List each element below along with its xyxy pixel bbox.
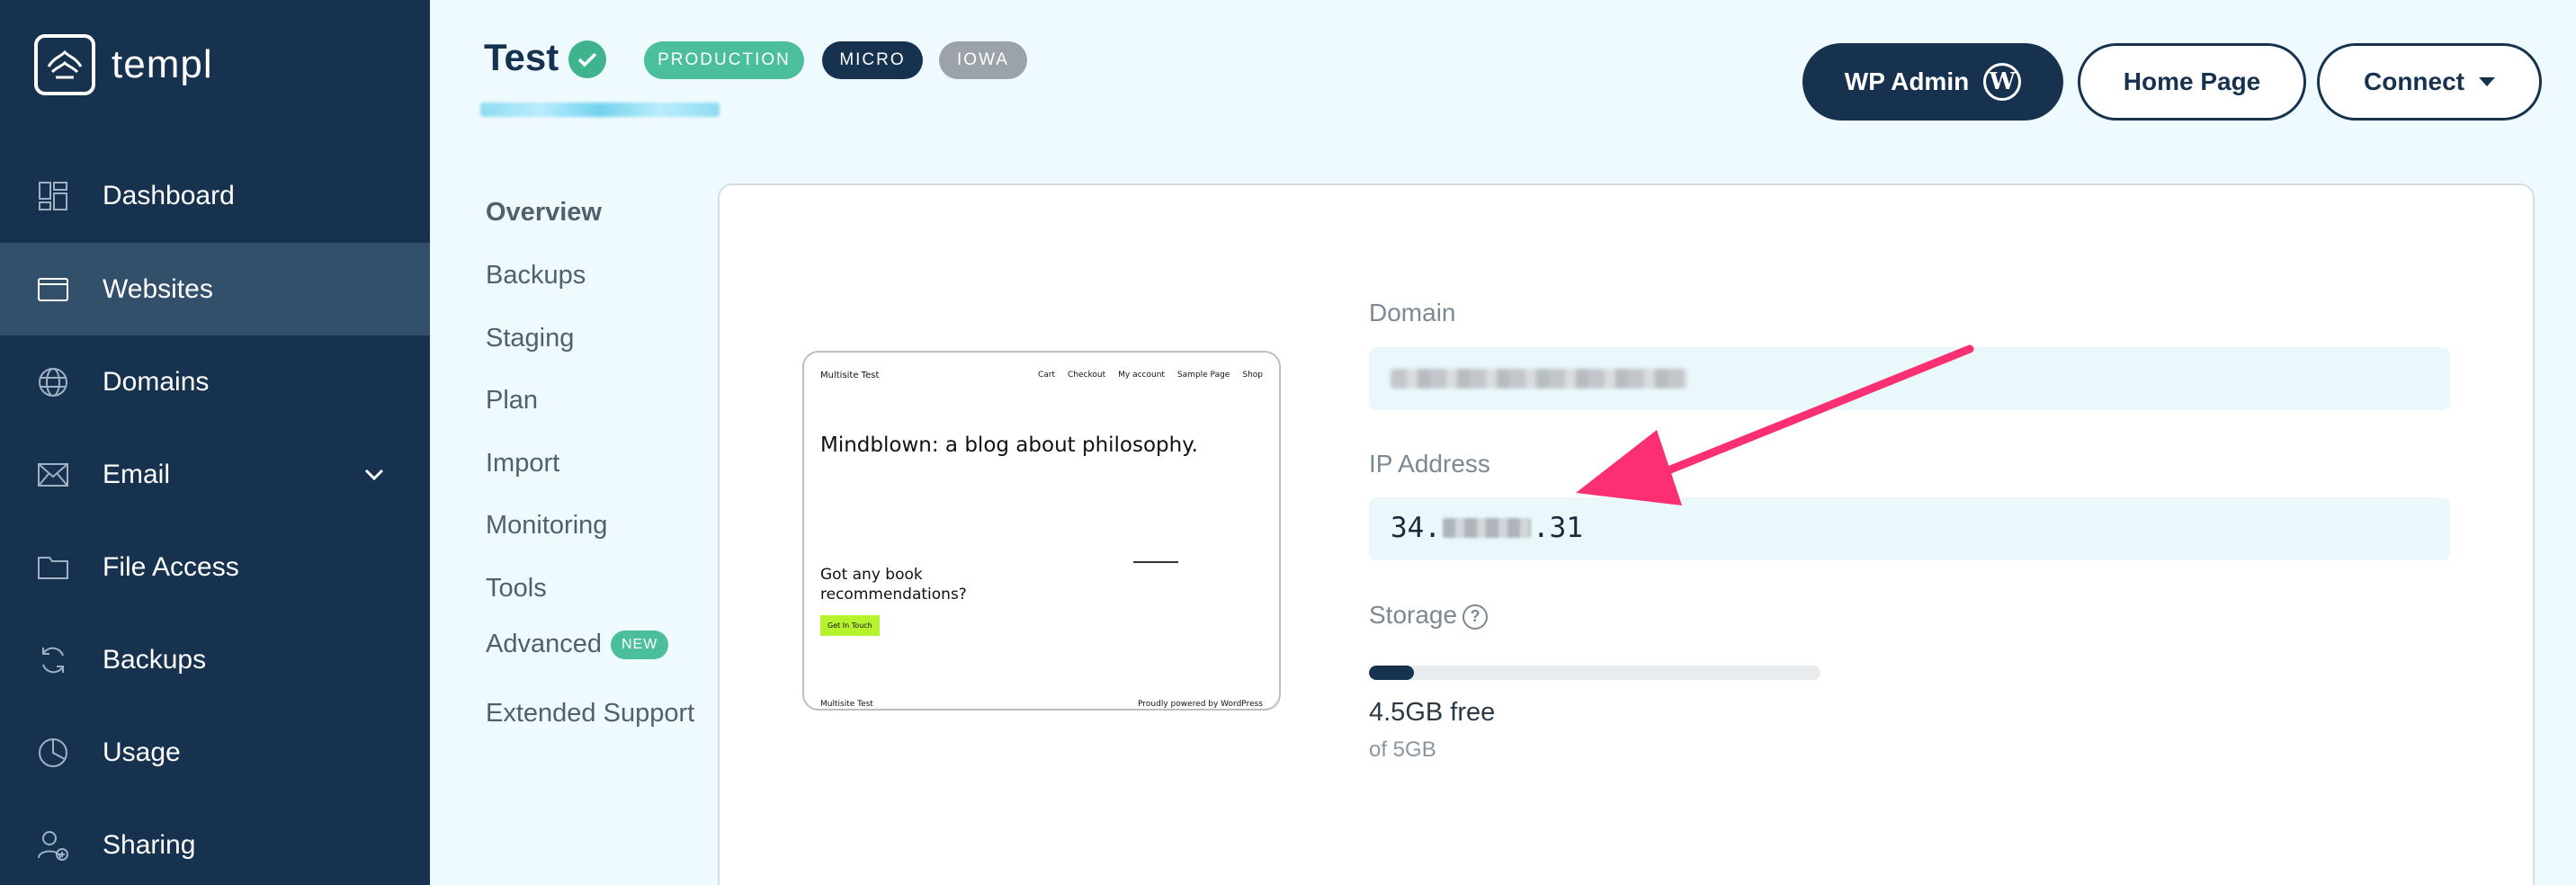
site-url-redacted[interactable] — [480, 103, 720, 117]
storage-label-row: Storage? — [1369, 601, 1489, 630]
browser-window-icon — [36, 273, 70, 307]
sidebar-item-websites[interactable]: Websites — [0, 243, 430, 335]
preview-footer-right: Proudly powered by WordPress — [1138, 700, 1263, 709]
storage-free-value: 4.5GB free — [1369, 698, 1496, 727]
sidebar-item-backups[interactable]: Backups — [0, 613, 430, 706]
dashboard-icon — [36, 179, 70, 213]
help-icon[interactable]: ? — [1462, 603, 1489, 630]
region-badge: IOWA — [939, 41, 1027, 79]
brand-name: templ — [112, 42, 213, 86]
preview-site-title: Multisite Test — [820, 371, 880, 380]
new-badge: NEW — [611, 630, 669, 660]
logo[interactable]: templ — [34, 34, 213, 95]
ip-redacted — [1443, 518, 1531, 538]
sidebar-item-dashboard[interactable]: Dashboard — [0, 149, 430, 242]
sidebar-item-label: Domains — [103, 366, 210, 397]
verified-check-icon — [568, 40, 606, 78]
connect-dropdown-button[interactable]: Connect — [2317, 43, 2542, 121]
domain-label: Domain — [1369, 299, 1456, 326]
preview-menu: Cart Checkout My account Sample Page Sho… — [1038, 371, 1263, 380]
sidebar-item-file-access[interactable]: File Access — [0, 521, 430, 613]
subnav-backups[interactable]: Backups — [486, 261, 586, 291]
preview-question: Got any book recommendations? — [820, 566, 967, 603]
subnav-tools[interactable]: Tools — [486, 574, 547, 603]
subnav-plan[interactable]: Plan — [486, 386, 538, 416]
chevron-down-icon[interactable] — [362, 462, 387, 487]
user-share-icon — [36, 828, 70, 863]
subnav-advanced-label: Advanced — [486, 630, 602, 658]
refresh-icon — [36, 643, 70, 677]
storage-progress-fill — [1369, 666, 1415, 680]
sidebar-item-domains[interactable]: Domains — [0, 335, 430, 428]
storage-total-value: of 5GB — [1369, 738, 1436, 762]
home-page-button[interactable]: Home Page — [2078, 43, 2306, 121]
subnav-import[interactable]: Import — [486, 449, 559, 478]
site-preview-thumbnail[interactable]: Multisite Test Cart Checkout My account … — [802, 351, 1281, 711]
sidebar-item-email[interactable]: Email — [0, 428, 430, 521]
plan-badge: MICRO — [822, 41, 923, 79]
sidebar-item-label: File Access — [103, 551, 239, 582]
sidebar: templ Dashboard Websites Domains Email F… — [0, 0, 430, 885]
templ-logo-icon — [34, 34, 95, 95]
sidebar-item-label: Usage — [103, 737, 181, 767]
sidebar-item-label: Backups — [103, 644, 207, 675]
subnav-advanced[interactable]: Advanced NEW — [486, 630, 669, 660]
subnav-extended-support[interactable]: Extended Support — [486, 699, 694, 729]
annotation-arrow-icon — [1576, 344, 1974, 505]
sidebar-item-usage[interactable]: Usage — [0, 706, 430, 799]
preview-menu-item: Cart — [1038, 371, 1056, 380]
home-page-label: Home Page — [2123, 67, 2261, 95]
ip-prefix: 34. — [1391, 512, 1441, 544]
connect-label: Connect — [2364, 67, 2464, 95]
folder-icon — [36, 550, 70, 585]
page-title: Test — [484, 36, 559, 78]
globe-icon — [36, 365, 70, 399]
preview-menu-item: My account — [1118, 371, 1165, 380]
ip-address-label: IP Address — [1369, 450, 1490, 478]
subnav-staging[interactable]: Staging — [486, 324, 574, 353]
subnav-monitoring[interactable]: Monitoring — [486, 511, 607, 541]
sidebar-item-label: Dashboard — [103, 180, 235, 210]
environment-badge: PRODUCTION — [644, 41, 804, 79]
pie-chart-icon — [36, 736, 70, 770]
storage-label: Storage — [1369, 601, 1458, 629]
preview-footer-left: Multisite Test — [820, 700, 873, 709]
sidebar-item-label: Sharing — [103, 829, 196, 860]
preview-headline: Mindblown: a blog about philosophy. — [820, 434, 1198, 457]
sidebar-item-sharing[interactable]: Sharing — [0, 799, 430, 885]
sidebar-item-label: Websites — [103, 273, 213, 304]
preview-cta: Get In Touch — [820, 615, 880, 636]
wp-admin-label: WP Admin — [1844, 67, 1970, 95]
preview-menu-item: Sample Page — [1176, 371, 1230, 380]
envelope-icon — [36, 458, 70, 492]
preview-divider — [1133, 561, 1178, 563]
caret-down-icon — [2479, 77, 2495, 86]
subnav-overview[interactable]: Overview — [486, 198, 602, 228]
wp-admin-button[interactable]: WP Admin W — [1802, 43, 2063, 121]
preview-menu-item: Checkout — [1068, 371, 1106, 380]
sidebar-item-label: Email — [103, 459, 171, 489]
wordpress-icon: W — [1983, 63, 2022, 101]
storage-progress-bar — [1369, 666, 1820, 680]
preview-menu-item: Shop — [1242, 371, 1263, 380]
